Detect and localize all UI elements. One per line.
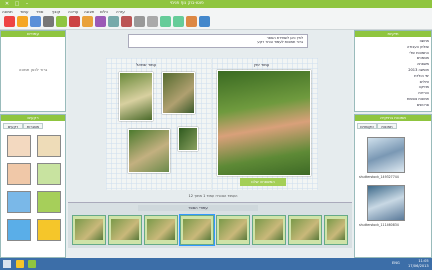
background-thumb[interactable] <box>37 191 61 213</box>
menu-item[interactable]: עמוד <box>20 9 29 14</box>
copy-icon[interactable] <box>134 16 145 27</box>
pages-filmstrip: עמודי הספר <box>68 202 352 248</box>
print-icon[interactable] <box>43 16 54 27</box>
folder-icon[interactable] <box>17 16 28 27</box>
page-thumbnail[interactable] <box>252 215 286 245</box>
photo-slot[interactable] <box>162 72 195 114</box>
left-page-title: עמוד שמאל <box>136 62 157 67</box>
page-thumbnail[interactable] <box>72 215 106 245</box>
background-thumb[interactable] <box>7 163 31 185</box>
pages-panel-header: עמודים <box>1 31 65 37</box>
tab-images[interactable]: תמונות <box>377 123 397 129</box>
language-indicator[interactable]: ENG <box>392 261 400 265</box>
top-message-line2: גרור תמונות לעמוד ובחר רקע <box>257 40 303 44</box>
paste-icon[interactable] <box>147 16 158 27</box>
menu-item[interactable]: עריכה <box>68 9 78 14</box>
crop-icon[interactable] <box>186 16 197 27</box>
photo-slot[interactable] <box>119 72 153 121</box>
pages-panel: עמודים גרור לכאן תמונה <box>0 30 66 112</box>
top-message-bar: לחץ כאן לשמירת הספר גרור תמונות לעמוד וב… <box>128 34 308 48</box>
title-bar: פוטו-בוק נוף פנימי ✕ □ – <box>0 0 432 8</box>
folders-panel: תיקיות מחשב שולחן העבודה התמונות שלי מסמ… <box>354 30 432 112</box>
close-window-button[interactable]: ✕ <box>2 1 12 7</box>
cut-icon[interactable] <box>121 16 132 27</box>
rotate-icon[interactable] <box>199 16 210 27</box>
add-page-icon[interactable] <box>56 16 67 27</box>
filmstrip-label: עמודי הספר <box>138 205 258 211</box>
background-thumb[interactable] <box>37 163 61 185</box>
left-page[interactable]: עמוד שמאל <box>106 58 211 190</box>
image-icon[interactable] <box>82 16 93 27</box>
right-page-title: עמוד ימין <box>254 62 270 67</box>
right-page[interactable]: עמוד ימין המשפחה שלנו <box>212 58 318 190</box>
clock[interactable]: 11:05 17/06/2013 <box>408 259 429 268</box>
taskbar: ENG 11:05 17/06/2013 <box>0 258 432 270</box>
tab-backgrounds[interactable]: רקעים <box>3 123 23 129</box>
backgrounds-panel: רקעים רקעים מסגרות <box>0 114 66 258</box>
photo-slot[interactable] <box>128 129 170 173</box>
menu-item[interactable]: קובץ <box>52 9 60 14</box>
pages-drop-hint: גרור לכאן תמונה <box>18 67 48 72</box>
image-thumb-label: shutterstock_111460834 <box>359 223 399 227</box>
undo-icon[interactable] <box>160 16 171 27</box>
background-thumb[interactable] <box>37 135 61 157</box>
image-thumb-label: shutterstock_149327744 <box>359 175 399 179</box>
folders-panel-header: תיקיות <box>355 31 431 37</box>
menu-item[interactable]: תצוגה <box>84 9 94 14</box>
window-title: פוטו-בוק נוף פנימי <box>170 1 204 6</box>
windows-start-icon[interactable] <box>3 260 11 268</box>
explorer-icon[interactable] <box>16 260 24 268</box>
menu-item[interactable]: תמונה <box>2 9 13 14</box>
pdf-icon[interactable] <box>4 16 15 27</box>
images-panel: תמונות בתיקייה טקסטים תמונות shutterstoc… <box>354 114 432 258</box>
images-panel-header: תמונות בתיקייה <box>355 115 431 121</box>
app-taskbar-icon[interactable] <box>28 260 36 268</box>
image-thumb[interactable] <box>367 137 405 173</box>
photo-slot[interactable] <box>178 127 198 151</box>
clock-date: 17/06/2013 <box>408 263 429 268</box>
page-thumbnail[interactable] <box>144 215 178 245</box>
minimize-window-button[interactable]: – <box>22 1 32 7</box>
page-thumbnail[interactable] <box>288 215 322 245</box>
page-status: העמוד הנוכחי: עמוד 1 מתוך 12 <box>188 194 238 198</box>
page-thumbnail[interactable] <box>108 215 142 245</box>
background-thumb[interactable] <box>37 219 61 241</box>
text-icon[interactable] <box>95 16 106 27</box>
main-photo[interactable] <box>217 70 311 176</box>
menu-item[interactable]: ספר <box>36 9 43 14</box>
save-icon[interactable] <box>30 16 41 27</box>
background-thumb[interactable] <box>7 219 31 241</box>
background-thumb[interactable] <box>7 135 31 157</box>
layout-icon[interactable] <box>108 16 119 27</box>
tab-frames[interactable]: מסגרות <box>23 123 43 129</box>
tree-item[interactable]: סרטונים <box>359 103 429 109</box>
image-thumb[interactable] <box>367 185 405 221</box>
maximize-window-button[interactable]: □ <box>12 1 22 7</box>
page-thumbnail[interactable] <box>216 215 250 245</box>
page-thumbnail[interactable] <box>179 214 215 246</box>
menu-item[interactable]: כלים <box>100 9 108 14</box>
tab-texts[interactable]: טקסטים <box>357 123 377 129</box>
delete-page-icon[interactable] <box>69 16 80 27</box>
toolbar <box>0 14 432 30</box>
page-thumbnail[interactable] <box>324 215 348 245</box>
folder-tree: מחשב שולחן העבודה התמונות שלי מסמכים משפ… <box>359 39 429 109</box>
page-caption[interactable]: המשפחה שלנו <box>240 178 286 186</box>
book-canvas: לחץ כאן לשמירת הספר גרור תמונות לעמוד וב… <box>68 30 352 202</box>
menu-item[interactable]: עזרה <box>116 9 125 14</box>
redo-icon[interactable] <box>173 16 184 27</box>
background-thumb[interactable] <box>7 191 31 213</box>
backgrounds-panel-header: רקעים <box>1 115 65 121</box>
